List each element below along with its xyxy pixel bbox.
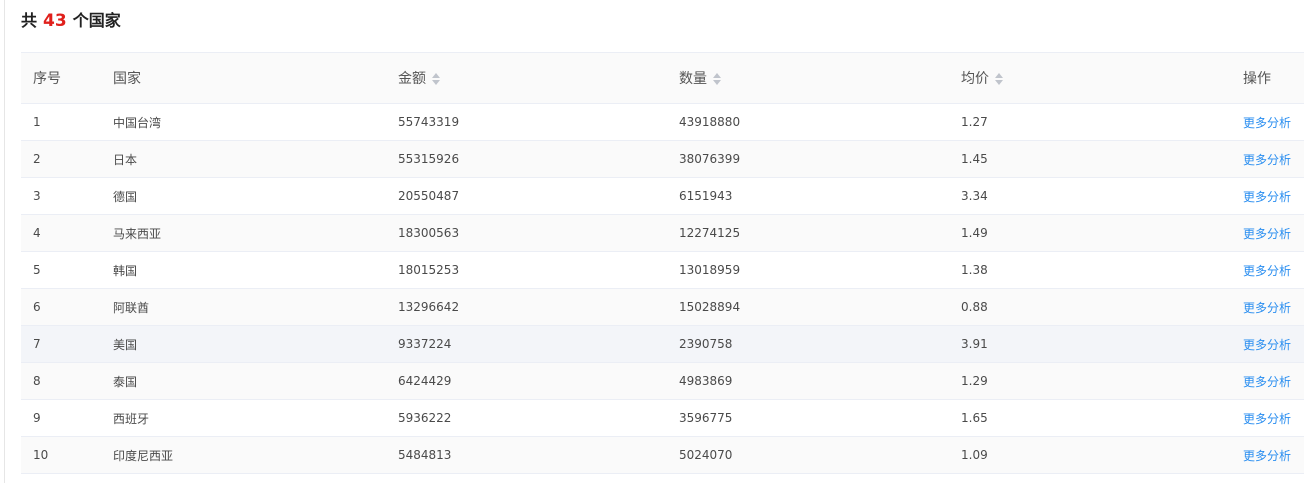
country-table: 序号 国家 金额 数量 均价 操作 1 中国台湾 55743319 43918880 1… [21, 52, 1304, 474]
cell-country: 美国 [101, 325, 386, 363]
more-analysis-link[interactable]: 更多分析 [1231, 140, 1304, 178]
table-row: 10 印度尼西亚 5484813 5024070 1.09 更多分析 [21, 436, 1304, 474]
cell-index: 10 [21, 436, 101, 474]
cell-amount: 55315926 [386, 140, 667, 178]
header-index: 序号 [21, 52, 101, 104]
cell-index: 3 [21, 177, 101, 215]
table-row: 1 中国台湾 55743319 43918880 1.27 更多分析 [21, 103, 1304, 141]
table-row: 7 美国 9337224 2390758 3.91 更多分析 [21, 325, 1304, 363]
cell-index: 1 [21, 103, 101, 141]
country-table-container: 序号 国家 金额 数量 均价 操作 1 中国台湾 55743319 43918880 1… [21, 52, 1304, 474]
cell-country: 泰国 [101, 362, 386, 400]
cell-quantity: 43918880 [667, 103, 949, 141]
more-analysis-link[interactable]: 更多分析 [1231, 251, 1304, 289]
more-analysis-link[interactable]: 更多分析 [1231, 325, 1304, 363]
cell-avg-price: 0.88 [949, 288, 1231, 326]
cell-avg-price: 1.49 [949, 214, 1231, 252]
table-row: 3 德国 20550487 6151943 3.34 更多分析 [21, 177, 1304, 215]
cell-country: 中国台湾 [101, 103, 386, 141]
cell-index: 5 [21, 251, 101, 289]
cell-avg-price: 1.65 [949, 399, 1231, 437]
header-country: 国家 [101, 52, 386, 104]
cell-index: 9 [21, 399, 101, 437]
cell-quantity: 38076399 [667, 140, 949, 178]
cell-index: 8 [21, 362, 101, 400]
cell-country: 西班牙 [101, 399, 386, 437]
table-row: 9 西班牙 5936222 3596775 1.65 更多分析 [21, 399, 1304, 437]
more-analysis-link[interactable]: 更多分析 [1231, 362, 1304, 400]
table-row: 5 韩国 18015253 13018959 1.38 更多分析 [21, 251, 1304, 289]
more-analysis-link[interactable]: 更多分析 [1231, 288, 1304, 326]
cell-avg-price: 1.27 [949, 103, 1231, 141]
sort-icon[interactable] [995, 73, 1003, 85]
cell-quantity: 12274125 [667, 214, 949, 252]
more-analysis-link[interactable]: 更多分析 [1231, 103, 1304, 141]
cell-avg-price: 1.45 [949, 140, 1231, 178]
cell-country: 日本 [101, 140, 386, 178]
table-row: 4 马来西亚 18300563 12274125 1.49 更多分析 [21, 214, 1304, 252]
more-analysis-link[interactable]: 更多分析 [1231, 177, 1304, 215]
cell-amount: 6424429 [386, 362, 667, 400]
cell-amount: 5936222 [386, 399, 667, 437]
cell-avg-price: 3.34 [949, 177, 1231, 215]
left-border [4, 0, 5, 483]
cell-quantity: 2390758 [667, 325, 949, 363]
cell-amount: 13296642 [386, 288, 667, 326]
cell-index: 6 [21, 288, 101, 326]
cell-country: 韩国 [101, 251, 386, 289]
more-analysis-link[interactable]: 更多分析 [1231, 399, 1304, 437]
cell-quantity: 3596775 [667, 399, 949, 437]
title-suffix: 个国家 [72, 11, 121, 30]
cell-country: 德国 [101, 177, 386, 215]
cell-quantity: 6151943 [667, 177, 949, 215]
cell-avg-price: 1.09 [949, 436, 1231, 474]
header-quantity[interactable]: 数量 [667, 52, 949, 104]
cell-avg-price: 3.91 [949, 325, 1231, 363]
header-avg-price[interactable]: 均价 [949, 52, 1231, 104]
cell-country: 阿联酋 [101, 288, 386, 326]
cell-amount: 18300563 [386, 214, 667, 252]
cell-amount: 55743319 [386, 103, 667, 141]
table-header-row: 序号 国家 金额 数量 均价 操作 [21, 52, 1304, 104]
cell-amount: 18015253 [386, 251, 667, 289]
more-analysis-link[interactable]: 更多分析 [1231, 436, 1304, 474]
cell-amount: 20550487 [386, 177, 667, 215]
cell-index: 7 [21, 325, 101, 363]
table-row: 2 日本 55315926 38076399 1.45 更多分析 [21, 140, 1304, 178]
more-analysis-link[interactable]: 更多分析 [1231, 214, 1304, 252]
header-action: 操作 [1231, 52, 1304, 104]
sort-icon[interactable] [713, 73, 721, 85]
country-count: 43 [43, 11, 67, 31]
cell-amount: 9337224 [386, 325, 667, 363]
table-row: 6 阿联酋 13296642 15028894 0.88 更多分析 [21, 288, 1304, 326]
cell-quantity: 15028894 [667, 288, 949, 326]
page-title: 共 43 个国家 [21, 9, 121, 33]
cell-index: 2 [21, 140, 101, 178]
cell-country: 印度尼西亚 [101, 436, 386, 474]
cell-avg-price: 1.38 [949, 251, 1231, 289]
cell-quantity: 4983869 [667, 362, 949, 400]
cell-amount: 5484813 [386, 436, 667, 474]
sort-icon[interactable] [432, 73, 440, 85]
cell-index: 4 [21, 214, 101, 252]
cell-country: 马来西亚 [101, 214, 386, 252]
title-prefix: 共 [21, 11, 38, 30]
cell-quantity: 13018959 [667, 251, 949, 289]
cell-quantity: 5024070 [667, 436, 949, 474]
table-row: 8 泰国 6424429 4983869 1.29 更多分析 [21, 362, 1304, 400]
header-amount[interactable]: 金额 [386, 52, 667, 104]
cell-avg-price: 1.29 [949, 362, 1231, 400]
